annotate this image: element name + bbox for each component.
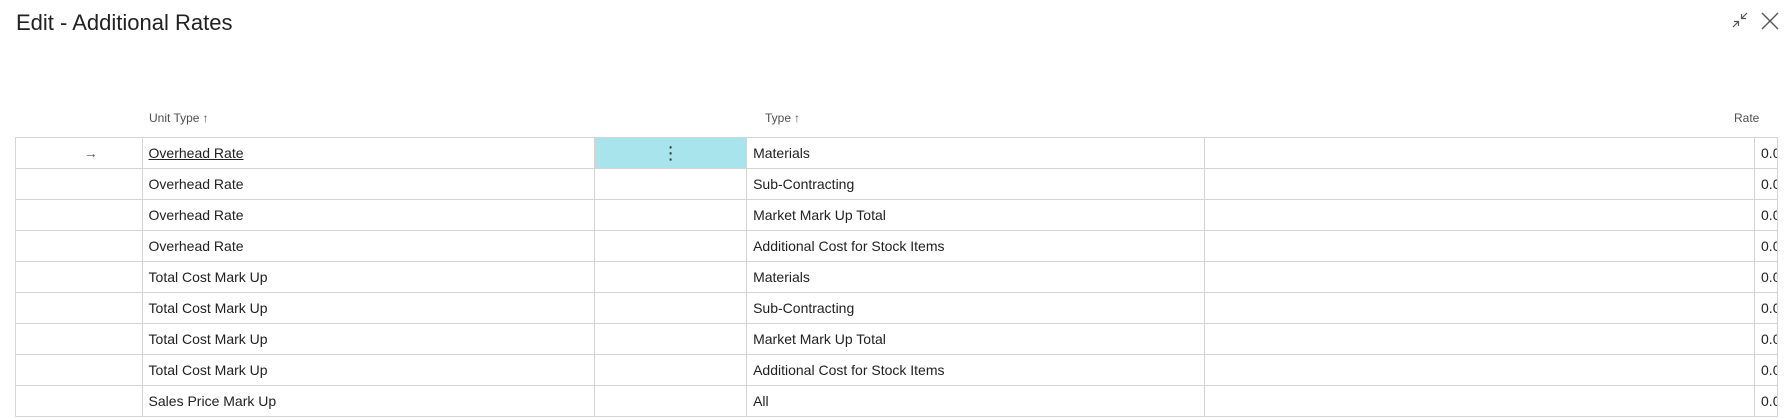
rate-cell[interactable]: 0.00 [1755,262,1779,292]
table-row[interactable]: Total Cost Mark Up Additional Cost for S… [16,355,1779,386]
type-cell[interactable]: Market Mark Up Total [747,200,1205,230]
unit-type-cell[interactable]: Sales Price Mark Up [143,386,596,416]
column-header-label: Rate [1734,111,1760,125]
unit-type-cell[interactable]: Total Cost Mark Up [143,355,596,385]
row-actions-cell[interactable] [595,355,748,385]
blank-cell [1205,355,1756,385]
unit-type-cell[interactable]: Overhead Rate [143,231,596,261]
column-header-rate[interactable]: Rate [1734,110,1759,126]
type-cell[interactable]: All [747,386,1205,416]
rate-cell[interactable]: 0.00 [1755,324,1779,354]
type-cell[interactable]: Sub-Contracting [747,293,1205,323]
row-selector[interactable] [16,293,143,323]
rate-cell[interactable]: 0.00 [1755,200,1779,230]
row-actions-cell[interactable] [595,262,748,292]
unit-type-cell[interactable]: Total Cost Mark Up [143,324,596,354]
rates-grid: → Overhead Rate ⋮ Materials 0.00 Overhea… [15,137,1779,417]
type-cell[interactable]: Additional Cost for Stock Items [747,355,1205,385]
rate-cell[interactable]: 0.00 [1755,293,1779,323]
type-cell[interactable]: Materials [747,138,1205,168]
row-actions-cell[interactable] [595,386,748,416]
row-pointer-icon: → [83,145,98,161]
sort-ascending-icon: ↑ [202,111,209,125]
rate-cell[interactable]: 0.00 [1755,138,1779,168]
unit-type-cell[interactable]: Overhead Rate [143,169,596,199]
row-selector[interactable] [16,386,143,416]
more-options-icon[interactable]: ⋮ [662,144,680,162]
row-selector[interactable] [16,355,143,385]
table-row[interactable]: Total Cost Mark Up Market Mark Up Total … [16,324,1779,355]
column-header-unit-type[interactable]: Unit Type ↑ [149,110,208,126]
row-selector[interactable] [16,231,143,261]
blank-cell [1205,262,1756,292]
rate-cell[interactable]: 0.00 [1755,386,1779,416]
table-row[interactable]: → Overhead Rate ⋮ Materials 0.00 [16,138,1779,169]
type-cell[interactable]: Sub-Contracting [747,169,1205,199]
row-selector[interactable] [16,200,143,230]
row-actions-cell[interactable] [595,231,748,261]
type-cell[interactable]: Market Mark Up Total [747,324,1205,354]
blank-cell [1205,231,1756,261]
collapse-button[interactable] [1728,8,1754,34]
row-actions-cell[interactable] [595,324,748,354]
table-row[interactable]: Overhead Rate Additional Cost for Stock … [16,231,1779,262]
blank-cell [1205,169,1756,199]
collapse-arrows-icon [1728,8,1754,34]
table-row[interactable]: Total Cost Mark Up Sub-Contracting 0.00 [16,293,1779,324]
unit-type-link[interactable]: Overhead Rate [149,145,244,161]
rate-cell[interactable]: 0.00 [1755,355,1779,385]
column-header-type[interactable]: Type ↑ [765,110,800,126]
blank-cell [1205,386,1756,416]
row-selector[interactable] [16,324,143,354]
rate-cell[interactable]: 0.00 [1755,169,1779,199]
table-row[interactable]: Overhead Rate Sub-Contracting 0.00 [16,169,1779,200]
row-actions-cell[interactable] [595,200,748,230]
table-row[interactable]: Overhead Rate Market Mark Up Total 0.00 [16,200,1779,231]
page-title: Edit - Additional Rates [16,10,233,35]
rate-cell[interactable]: 0.00 [1755,231,1779,261]
table-row[interactable]: Total Cost Mark Up Materials 0.00 [16,262,1779,293]
row-actions-cell[interactable] [595,293,748,323]
close-icon [1757,8,1783,34]
column-header-label: Type [765,111,792,125]
type-cell[interactable]: Additional Cost for Stock Items [747,231,1205,261]
row-selector[interactable] [16,169,143,199]
blank-cell [1205,293,1756,323]
column-header-label: Unit Type [149,111,200,125]
unit-type-cell[interactable]: Overhead Rate [143,200,596,230]
type-cell[interactable]: Materials [747,262,1205,292]
unit-type-cell[interactable]: Total Cost Mark Up [143,262,596,292]
close-button[interactable] [1757,8,1783,34]
unit-type-cell[interactable]: Total Cost Mark Up [143,293,596,323]
blank-cell [1205,200,1756,230]
blank-cell [1205,324,1756,354]
unit-type-cell[interactable]: Overhead Rate [143,138,596,168]
table-row[interactable]: Sales Price Mark Up All 0.00 [16,386,1779,417]
row-actions-cell[interactable]: ⋮ [595,138,748,168]
blank-cell [1205,138,1756,168]
row-actions-cell[interactable] [595,169,748,199]
row-selector[interactable]: → [16,138,143,168]
sort-ascending-icon: ↑ [794,111,801,125]
row-selector[interactable] [16,262,143,292]
